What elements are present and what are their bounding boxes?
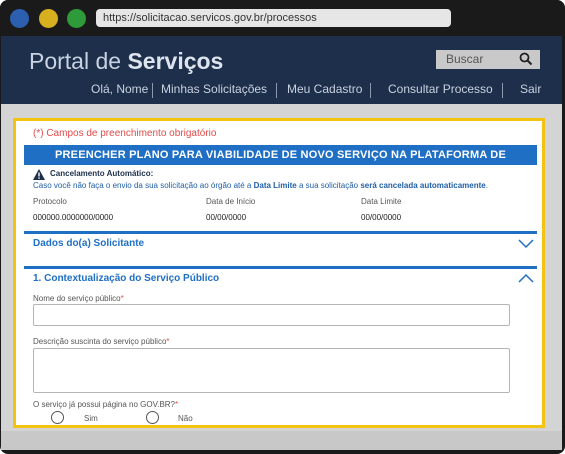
window-control-green[interactable]	[67, 9, 86, 28]
service-name-label: Nome do serviço público*	[33, 294, 124, 303]
warning-icon	[33, 169, 45, 180]
browser-chrome: https://solicitacao.servicos.gov.br/proc…	[0, 0, 565, 36]
window-control-yellow[interactable]	[39, 9, 58, 28]
section-divider	[24, 231, 537, 234]
browser-window: https://solicitacao.servicos.gov.br/proc…	[0, 0, 565, 454]
section-context-title[interactable]: 1. Contextualização do Serviço Público	[33, 273, 219, 284]
site-header: Portal de Serviços Buscar Olá, Nome Minh…	[1, 36, 562, 104]
description-label: Descrição suscinta do serviço público*	[33, 337, 170, 346]
brand-prefix: Portal de	[29, 48, 122, 74]
form-title: PREENCHER PLANO PARA VIABILIDADE DE NOVO…	[24, 145, 537, 181]
nav-divider	[152, 83, 153, 98]
search-input[interactable]: Buscar	[446, 52, 483, 66]
required-note: (*) Campos de preenchimento obrigatório	[33, 128, 217, 139]
has-page-label: O serviço já possui página no GOV.BR?*	[33, 400, 179, 409]
nav-divider	[502, 83, 503, 98]
chevron-up-icon[interactable]	[518, 273, 534, 283]
radio-yes[interactable]	[51, 411, 64, 424]
protocol-value: 000000.0000000/0000	[33, 213, 114, 222]
nav-my-profile[interactable]: Meu Cadastro	[287, 82, 362, 96]
chevron-down-icon[interactable]	[518, 239, 534, 249]
page-footer-bar	[1, 431, 562, 450]
site-brand[interactable]: Portal de Serviços	[29, 48, 223, 75]
site-page: Portal de Serviços Buscar Olá, Nome Minh…	[1, 36, 562, 450]
radio-no-label[interactable]: Não	[178, 414, 193, 423]
search-box[interactable]: Buscar	[436, 50, 540, 69]
section-divider	[24, 266, 537, 269]
nav-my-requests[interactable]: Minhas Solicitações	[161, 82, 267, 96]
nav-greeting[interactable]: Olá, Nome	[91, 82, 148, 96]
radio-no[interactable]	[146, 411, 159, 424]
start-date-value: 00/00/0000	[206, 213, 247, 222]
nav-divider	[370, 83, 371, 98]
warning-text: Caso você não faça o envio da sua solici…	[33, 181, 488, 190]
address-bar[interactable]: https://solicitacao.servicos.gov.br/proc…	[96, 9, 451, 27]
form-panel: (*) Campos de preenchimento obrigatório …	[13, 118, 545, 428]
brand-bold: Serviços	[127, 48, 224, 74]
warning-title: Cancelamento Automático:	[50, 169, 154, 178]
main-nav: Olá, Nome Minhas Solicitações Meu Cadast…	[1, 82, 562, 100]
nav-divider	[276, 83, 277, 98]
description-textarea[interactable]	[33, 348, 510, 393]
nav-check-process[interactable]: Consultar Processo	[388, 82, 493, 96]
radio-yes-label[interactable]: Sim	[84, 414, 98, 423]
search-icon[interactable]	[519, 52, 533, 66]
nav-logout[interactable]: Sair	[520, 82, 541, 96]
deadline-label: Data Limite	[361, 197, 402, 206]
protocol-label: Protocolo	[33, 197, 67, 206]
section-requester-title[interactable]: Dados do(a) Solicitante	[33, 238, 144, 249]
service-name-input[interactable]	[33, 304, 510, 326]
window-control-blue[interactable]	[10, 9, 29, 28]
deadline-value: 00/00/0000	[361, 213, 402, 222]
start-date-label: Data de Início	[206, 197, 256, 206]
